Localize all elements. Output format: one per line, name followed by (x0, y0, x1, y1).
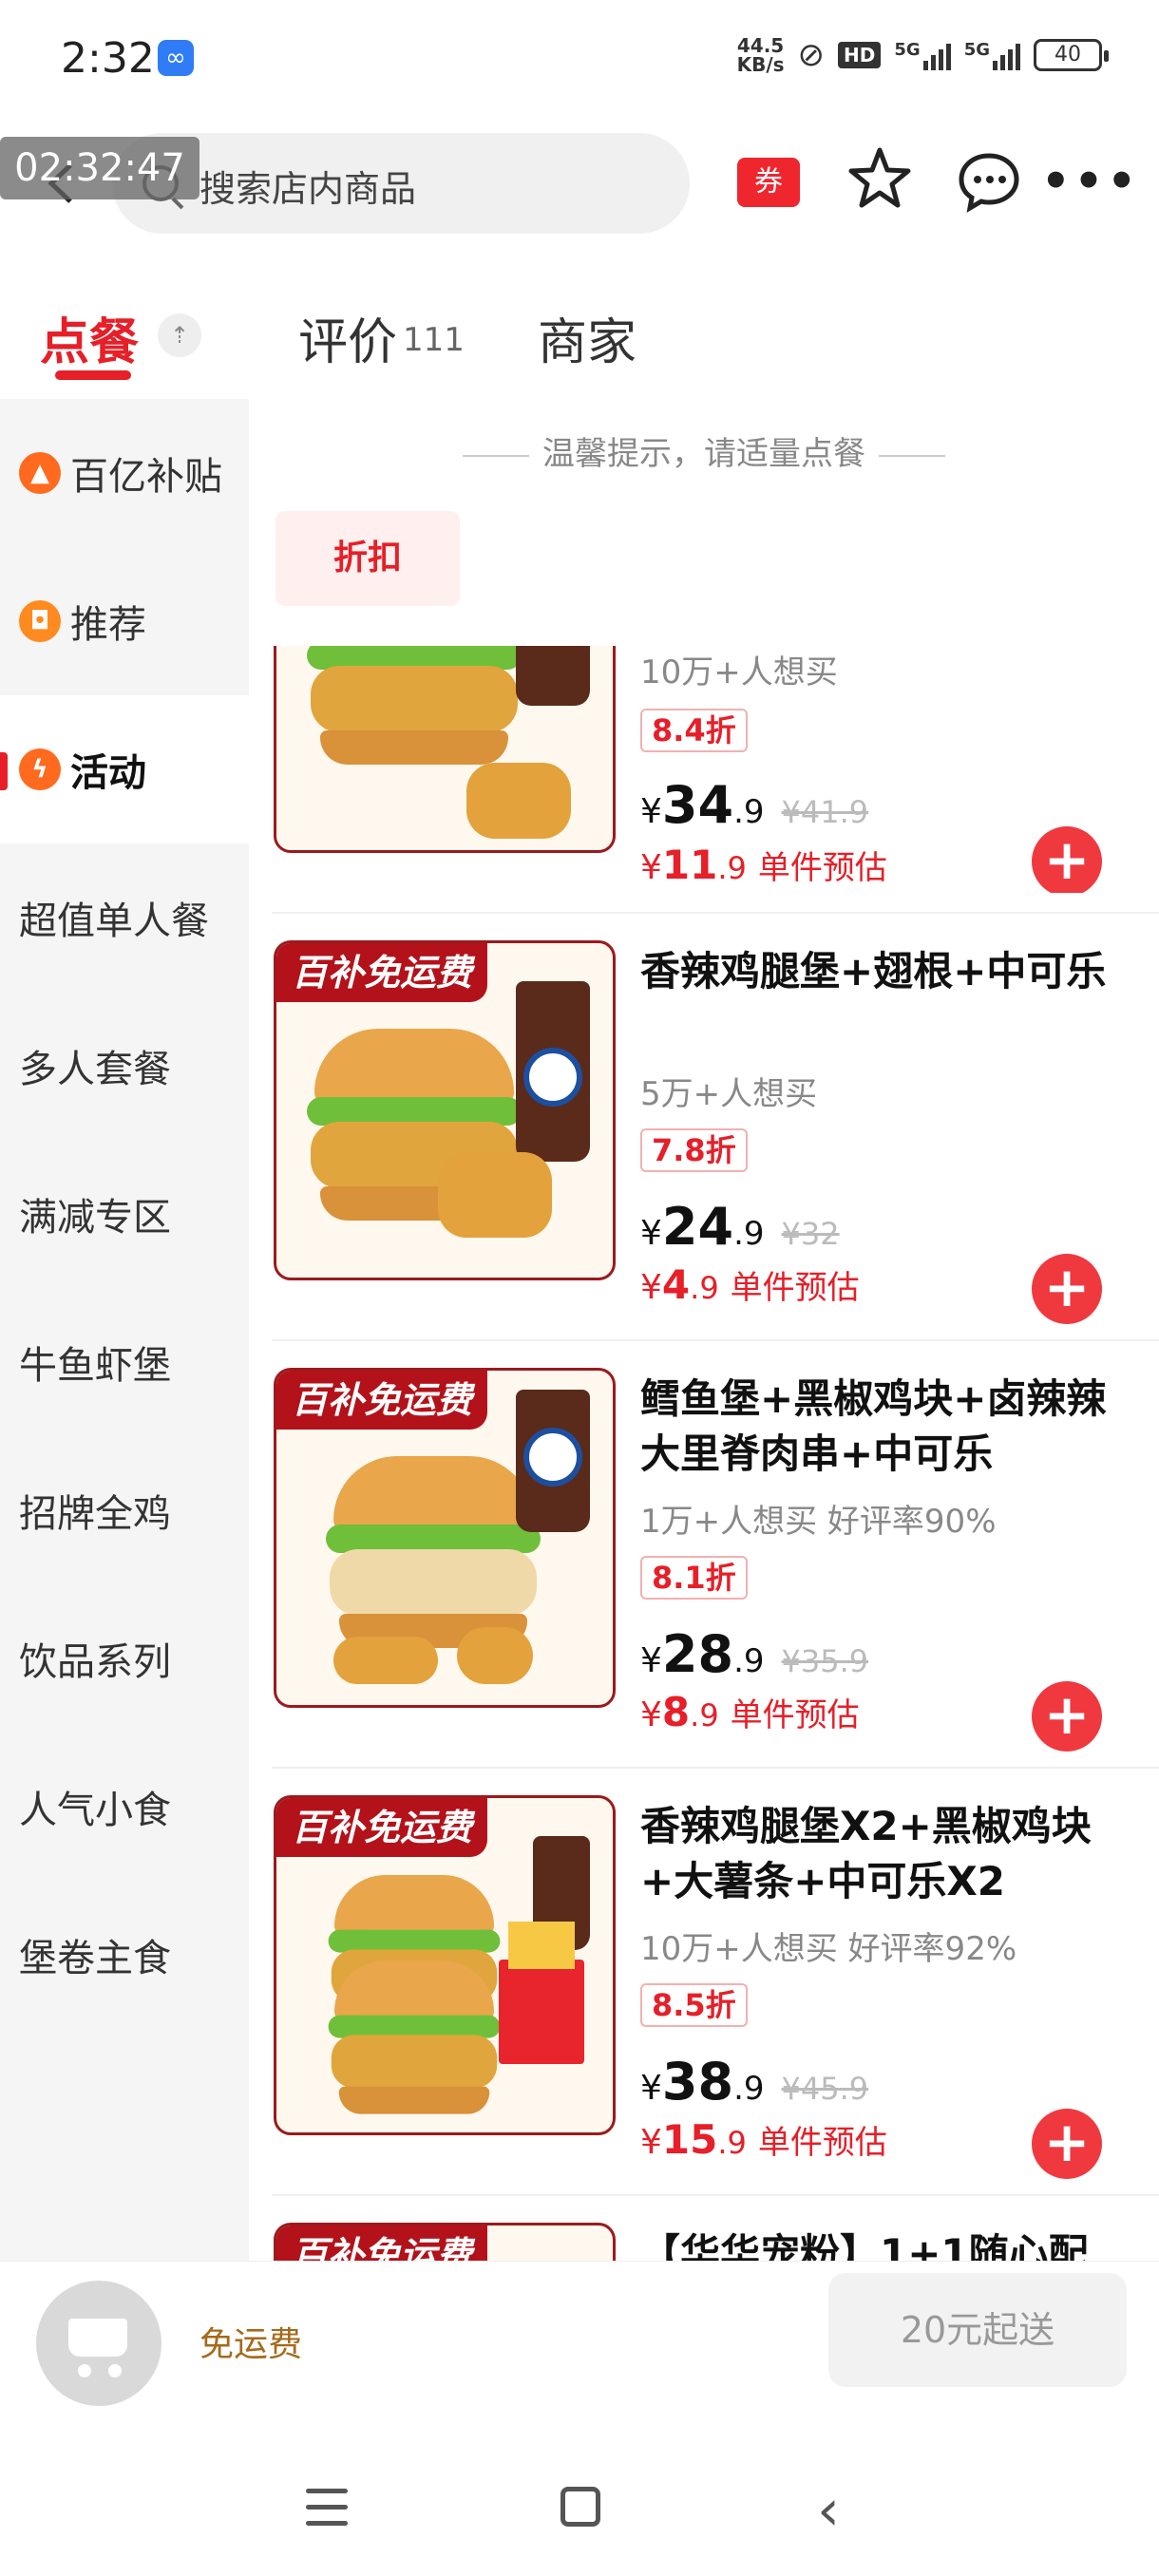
favorite-star-icon[interactable] (846, 144, 914, 213)
product-card[interactable]: 百补免运费 香辣鸡腿堡+翅根+中可乐 5万+人想买 7.8折 ¥ 24 .9 ¥… (272, 940, 1159, 1368)
ordering-tip: 温馨提示，请适量点餐 (249, 427, 1159, 474)
sidebar-item-recommend[interactable]: ◘ 推荐 (0, 547, 249, 695)
coupon-icon[interactable]: 券 (737, 158, 800, 207)
tab-bar: 点餐 ⇡ 评价 111 商家 (0, 285, 1159, 399)
estimated-price: ¥ 11 .9 单件预估 (640, 842, 887, 888)
product-popularity: 1万+人想买 好评率90% (640, 1503, 997, 1541)
product-image: 百补免运费 (274, 1795, 616, 2135)
menu-icon[interactable] (306, 2489, 348, 2527)
product-name: 【华华宠粉】1+1随心配 (640, 2230, 1089, 2261)
app-notification-icon: ∞ (158, 40, 194, 76)
sidebar-active-indicator (0, 752, 8, 790)
product-price: ¥ 34 .9 ¥41.9 (640, 775, 869, 835)
add-to-cart-button[interactable]: + (1032, 1681, 1102, 1752)
tab-active-indicator (55, 370, 131, 380)
collapse-up-icon[interactable]: ⇡ (158, 313, 201, 357)
free-shipping-badge: 百补免运费 (276, 1371, 488, 1430)
estimated-price: ¥ 8 .9 单件预估 (640, 1689, 860, 1735)
product-popularity: 10万+人想买 好评率92% (640, 1930, 1017, 1968)
sidebar-item-drinks[interactable]: 饮品系列 (0, 1584, 249, 1733)
original-price: ¥45.9 (781, 2071, 869, 2107)
network-speed: 44.5 KB/s (736, 34, 785, 76)
search-placeholder: 搜索店内商品 (200, 168, 417, 210)
sidebar-item-discount-zone[interactable]: 满减专区 (0, 1140, 249, 1288)
flame-icon: ▲ (19, 452, 61, 494)
free-shipping-badge: 百补免运费 (276, 943, 488, 1002)
signal-icon-2: 5G (964, 40, 1020, 70)
product-image: 百补免运费 (274, 2223, 616, 2261)
signal-icon: 5G (894, 40, 951, 70)
free-shipping-badge: 百补免运费 (276, 1798, 488, 1857)
hotspot-icon: ⊘ (797, 36, 826, 74)
category-sidebar: ▲ 百亿补贴 ◘ 推荐 ϟ 活动 超值单人餐 多人套餐 满减专区 牛鱼虾堡 招牌… (0, 399, 249, 2261)
back-icon[interactable]: ‹ (817, 2477, 840, 2544)
shopping-cart-icon[interactable] (36, 2281, 162, 2406)
battery-icon: 40 (1034, 39, 1109, 71)
divider (272, 1767, 1159, 1769)
free-shipping-badge: 百补免运费 (276, 2226, 488, 2261)
sidebar-item-subsidy[interactable]: ▲ 百亿补贴 (0, 399, 249, 547)
customer-service-icon[interactable] (956, 148, 1022, 215)
screen-recording-timer: 02:32:47 (0, 137, 200, 199)
status-indicators: 44.5 KB/s ⊘ HD 5G 5G 40 (736, 34, 1109, 76)
sidebar-item-group-meal[interactable]: 多人套餐 (0, 992, 249, 1140)
more-options-icon[interactable]: ••• (1041, 159, 1140, 204)
product-card[interactable]: 10万+人想买 8.4折 ¥ 34 .9 ¥41.9 ¥ 11 .9 单件预估 … (272, 646, 1159, 893)
cart-bar: 免运费 20元起送 (0, 2261, 1159, 2413)
product-image (274, 646, 616, 853)
home-icon[interactable] (560, 2487, 600, 2527)
original-price: ¥41.9 (781, 794, 869, 830)
product-discount-badge: 7.8折 (640, 1128, 748, 1172)
product-price: ¥ 24 .9 ¥32 (640, 1197, 840, 1257)
add-to-cart-button[interactable]: + (1032, 2109, 1102, 2179)
add-to-cart-button[interactable]: + (1032, 1254, 1102, 1324)
divider (272, 912, 1159, 914)
product-discount-badge: 8.5折 (640, 1983, 748, 2027)
original-price: ¥32 (781, 1216, 840, 1252)
product-card[interactable]: 百补免运费 鳕鱼堡+黑椒鸡块+卤辣辣大里脊肉串+中可乐 1万+人想买 好评率90… (272, 1368, 1159, 1795)
sidebar-item-wraps[interactable]: 堡卷主食 (0, 1881, 249, 2029)
product-name: 香辣鸡腿堡X2+黑椒鸡块+大薯条+中可乐X2 (640, 1803, 1092, 1904)
status-time: 2:32 (61, 34, 155, 83)
product-name: 香辣鸡腿堡+翅根+中可乐 (640, 948, 1107, 994)
product-popularity: 10万+人想买 (640, 653, 838, 691)
product-price: ¥ 38 .9 ¥45.9 (640, 2052, 869, 2112)
bookmark-icon: ◘ (19, 600, 61, 642)
sidebar-item-whole-chicken[interactable]: 招牌全鸡 (0, 1436, 249, 1584)
divider (272, 1339, 1159, 1341)
review-count: 111 (403, 321, 465, 359)
estimated-price: ¥ 15 .9 单件预估 (640, 2116, 887, 2163)
sidebar-item-burgers[interactable]: 牛鱼虾堡 (0, 1288, 249, 1436)
status-bar: 2:32 ∞ 44.5 KB/s ⊘ HD 5G 5G 40 (0, 0, 1159, 114)
product-card[interactable]: 百补免运费 【华华宠粉】1+1随心配 (272, 2223, 1159, 2261)
product-price: ¥ 28 .9 ¥35.9 (640, 1624, 869, 1684)
tab-merchant[interactable]: 商家 (538, 302, 636, 373)
system-navigation-bar: ‹ (0, 2451, 1159, 2576)
tab-order[interactable]: 点餐 (40, 302, 139, 373)
sidebar-item-snacks[interactable]: 人气小食 (0, 1733, 249, 1881)
original-price: ¥35.9 (781, 1643, 869, 1679)
product-popularity: 5万+人想买 (640, 1075, 818, 1113)
product-name: 鳕鱼堡+黑椒鸡块+卤辣辣大里脊肉串+中可乐 (640, 1375, 1107, 1477)
add-to-cart-button[interactable]: + (1032, 826, 1102, 893)
sidebar-item-single-meal[interactable]: 超值单人餐 (0, 843, 249, 992)
product-discount-badge: 8.1折 (640, 1556, 748, 1600)
estimated-price: ¥ 4 .9 单件预估 (640, 1261, 860, 1308)
divider (272, 2194, 1159, 2196)
product-discount-badge: 8.4折 (640, 709, 748, 752)
lightning-icon: ϟ (19, 748, 61, 790)
tab-review[interactable]: 评价 (298, 302, 397, 373)
min-order-button[interactable]: 20元起送 (828, 2273, 1127, 2387)
section-tag-discount[interactable]: 折扣 (276, 511, 460, 606)
hd-icon: HD (838, 42, 882, 68)
product-image: 百补免运费 (274, 1368, 616, 1708)
product-image: 百补免运费 (274, 940, 616, 1280)
sidebar-item-activity[interactable]: ϟ 活动 (0, 695, 249, 843)
free-shipping-label: 免运费 (200, 2325, 303, 2364)
product-card[interactable]: 百补免运费 香辣鸡腿堡X2+黑椒鸡块+大薯条+中可乐X2 10万+人想买 好评率… (272, 1795, 1159, 2223)
